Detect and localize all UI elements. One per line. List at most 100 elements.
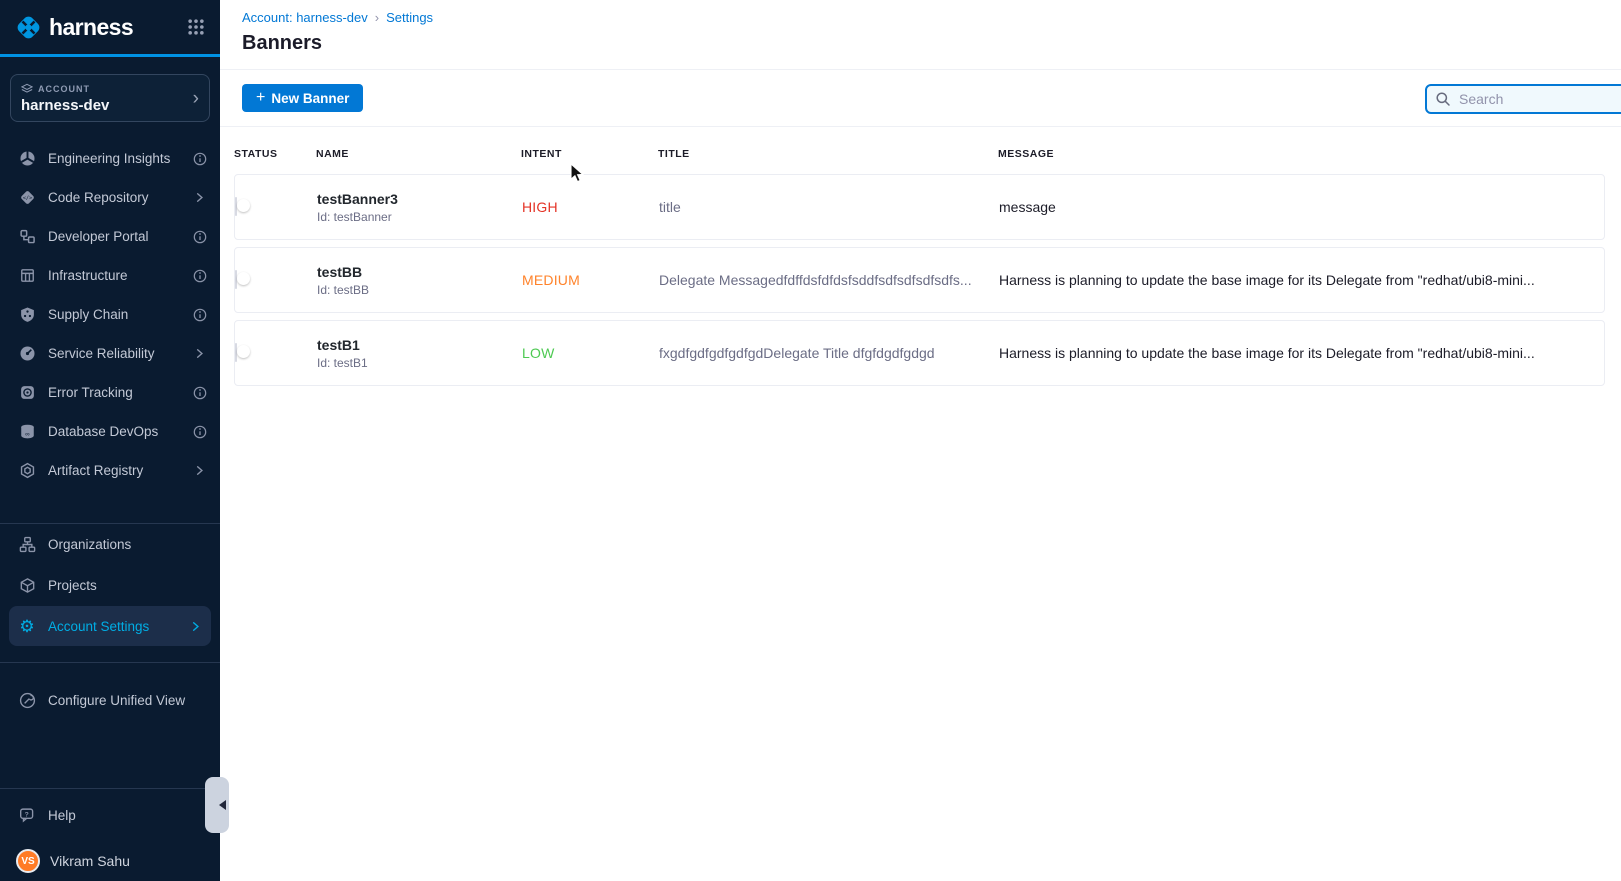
- sidebar-divider: [0, 788, 220, 789]
- account-selector[interactable]: ACCOUNT harness-dev ›: [10, 74, 210, 122]
- logo-text: harness: [49, 14, 187, 41]
- sidebar-item-label: Engineering Insights: [48, 151, 180, 166]
- sidebar-item-label: Infrastructure: [48, 268, 180, 283]
- breadcrumb-separator: ›: [375, 10, 379, 25]
- column-header-title: TITLE: [658, 148, 998, 160]
- engineering-insights-icon: [18, 150, 36, 168]
- table-row[interactable]: testB1 Id: testB1 LOW fxgdfgdfgdfgdfgdDe…: [234, 320, 1605, 386]
- status-toggle[interactable]: [235, 197, 237, 216]
- chevron-right-icon: ›: [193, 89, 199, 108]
- sidebar-collapse-handle[interactable]: [205, 777, 229, 833]
- sidebar: harness ACCOUNT harness-dev ›: [0, 0, 220, 881]
- account-name: harness-dev: [21, 97, 193, 114]
- banner-title: fxgdfgdfgdfgdfgdDelegate Title dfgfdgdfg…: [659, 345, 999, 361]
- sidebar-item-engineering-insights[interactable]: Engineering Insights: [0, 139, 220, 178]
- banner-title: Delegate Messagedfdffdsfdfdsfsddfsdfsdfs…: [659, 272, 999, 288]
- plus-icon: +: [256, 90, 265, 106]
- banner-message: Harness is planning to update the base i…: [999, 345, 1604, 361]
- sidebar-item-organizations[interactable]: Organizations: [0, 524, 220, 565]
- sidebar-item-service-reliability[interactable]: Service Reliability: [0, 334, 220, 373]
- banner-message: Harness is planning to update the base i…: [999, 272, 1604, 288]
- breadcrumb: Account: harness-dev › Settings: [242, 10, 1621, 25]
- sidebar-item-account-settings[interactable]: ⚙ Account Settings: [9, 606, 211, 646]
- harness-logo-icon: [15, 14, 42, 41]
- column-header-name: NAME: [316, 148, 521, 160]
- logo-row[interactable]: harness: [0, 0, 220, 57]
- info-icon[interactable]: [192, 229, 207, 244]
- banner-name: testBanner3: [317, 191, 522, 207]
- sidebar-item-error-tracking[interactable]: Error Tracking: [0, 373, 220, 412]
- search-input[interactable]: [1457, 90, 1611, 108]
- breadcrumb-settings-link[interactable]: Settings: [386, 10, 433, 25]
- banner-message: message: [999, 199, 1604, 215]
- user-profile[interactable]: VS Vikram Sahu: [0, 835, 220, 881]
- sidebar-item-label: Developer Portal: [48, 229, 180, 244]
- banner-id: Id: testB1: [317, 356, 522, 370]
- sidebar-item-projects[interactable]: Projects: [0, 565, 220, 606]
- banners-table: STATUS NAME INTENT TITLE MESSAGE testBan…: [220, 127, 1621, 386]
- table-row[interactable]: testBanner3 Id: testBanner HIGH title me…: [234, 174, 1605, 240]
- info-icon[interactable]: [192, 307, 207, 322]
- gear-icon: ⚙: [18, 617, 36, 635]
- search-icon: [1435, 91, 1451, 107]
- sidebar-item-label: Organizations: [48, 537, 207, 552]
- status-toggle[interactable]: [235, 270, 237, 289]
- table-row[interactable]: testBB Id: testBB MEDIUM Delegate Messag…: [234, 247, 1605, 313]
- sidebar-item-configure-unified-view[interactable]: Configure Unified View: [0, 680, 220, 721]
- sidebar-divider: [0, 662, 220, 663]
- organizations-icon: [18, 536, 36, 554]
- page-header: Account: harness-dev › Settings Banners: [220, 0, 1621, 70]
- intent-badge: HIGH: [522, 199, 659, 215]
- sidebar-item-help[interactable]: ? Help: [0, 795, 220, 835]
- sidebar-item-label: Configure Unified View: [48, 693, 207, 708]
- projects-icon: [18, 577, 36, 595]
- intent-badge: LOW: [522, 345, 659, 361]
- breadcrumb-account-link[interactable]: Account: harness-dev: [242, 10, 368, 25]
- sidebar-item-code-repository[interactable]: </> Code Repository: [0, 178, 220, 217]
- sidebar-item-supply-chain[interactable]: Supply Chain: [0, 295, 220, 334]
- svg-text:?: ?: [24, 811, 28, 818]
- sidebar-item-infrastructure[interactable]: Infrastructure: [0, 256, 220, 295]
- chevron-right-icon: [192, 346, 207, 361]
- info-icon[interactable]: [192, 151, 207, 166]
- chevron-right-icon: [192, 190, 207, 205]
- new-banner-button[interactable]: + New Banner: [242, 84, 363, 112]
- avatar: VS: [16, 849, 40, 873]
- sidebar-bottom: ? Help VS Vikram Sahu: [0, 788, 220, 881]
- sidebar-item-developer-portal[interactable]: Developer Portal: [0, 217, 220, 256]
- sidebar-item-database-devops[interactable]: ∞ Database DevOps: [0, 412, 220, 451]
- banner-id: Id: testBB: [317, 283, 522, 297]
- collapse-left-icon: [219, 800, 226, 810]
- layers-icon: [21, 83, 33, 95]
- module-grid-icon[interactable]: [187, 18, 205, 36]
- info-icon[interactable]: [192, 424, 207, 439]
- database-devops-icon: ∞: [18, 423, 36, 441]
- banner-title: title: [659, 199, 999, 215]
- search-box: [1425, 84, 1621, 114]
- intent-badge: MEDIUM: [522, 272, 659, 288]
- svg-text:∞: ∞: [25, 431, 30, 438]
- sidebar-item-label: Projects: [48, 578, 207, 593]
- column-header-status: STATUS: [234, 148, 316, 160]
- sidebar-item-label: Account Settings: [48, 619, 176, 634]
- sidebar-item-label: Help: [48, 808, 207, 823]
- info-icon[interactable]: [192, 385, 207, 400]
- user-name: Vikram Sahu: [50, 853, 130, 869]
- main-content: Account: harness-dev › Settings Banners …: [220, 0, 1621, 881]
- svg-text:</>: </>: [22, 196, 32, 202]
- banner-id: Id: testBanner: [317, 210, 522, 224]
- sidebar-item-label: Database DevOps: [48, 424, 180, 439]
- chevron-right-icon: [188, 619, 203, 634]
- info-icon[interactable]: [192, 268, 207, 283]
- toolbar: + New Banner: [220, 70, 1621, 127]
- service-reliability-icon: [18, 345, 36, 363]
- sidebar-item-label: Artifact Registry: [48, 463, 180, 478]
- banner-name: testB1: [317, 337, 522, 353]
- sidebar-item-label: Supply Chain: [48, 307, 180, 322]
- infrastructure-icon: [18, 267, 36, 285]
- sidebar-item-artifact-registry[interactable]: Artifact Registry: [0, 451, 220, 490]
- artifact-registry-icon: [18, 462, 36, 480]
- status-toggle[interactable]: [235, 343, 237, 362]
- developer-portal-icon: [18, 228, 36, 246]
- error-tracking-icon: [18, 384, 36, 402]
